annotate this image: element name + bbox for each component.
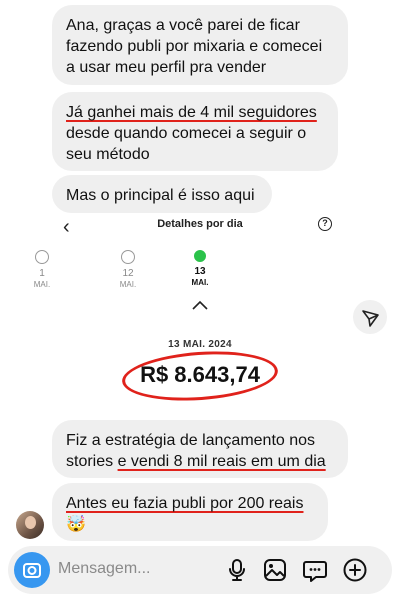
message-bubble[interactable]: Mas o principal é isso aqui [52,175,272,213]
day-item: 12 MAI. [111,250,145,289]
day-dot [121,250,135,264]
day-dot [35,250,49,264]
send-icon [362,310,379,327]
avatar-face [25,516,36,529]
screenshot-title: Detalhes por dia [157,218,243,230]
day-month: MAI. [119,280,137,289]
shared-screenshot[interactable]: ‹ Detalhes por dia ? 1 MAI. 12 MAI. 13 M… [34,212,400,414]
message-text: Mas o principal é isso aqui [66,187,255,204]
day-dot-selected [194,250,206,262]
message-text: Fiz a estratégia de lançamento nos [66,432,316,449]
day-number: 1 [39,268,45,279]
microphone-icon[interactable] [224,557,250,583]
day-month: MAI. [191,278,209,287]
message-text-highlighted: Antes eu fazia publi por 200 reais [66,495,304,512]
camera-button[interactable] [14,552,50,588]
day-month: MAI. [33,280,51,289]
camera-icon [23,563,41,578]
gallery-icon[interactable] [262,557,288,583]
day-item-selected: 13 MAI. [183,250,217,287]
message-bubble[interactable]: Ana, graças a você parei de ficar fazend… [52,5,348,85]
message-input[interactable]: Mensagem... [58,560,150,578]
share-button[interactable] [353,300,387,334]
message-text: fazendo publi por mixaria e comecei [66,38,323,55]
message-composer[interactable]: Mensagem... [8,546,392,594]
message-text: stories e vendi 8 mil reais em um dia [66,451,334,472]
emoji: 🤯 [66,516,86,533]
add-icon[interactable] [342,557,368,583]
chevron-up-icon [192,300,208,310]
message-text: desde quando comecei a seguir o [66,125,307,142]
day-number: 13 [194,266,206,277]
message-text: Ana, graças a você parei de ficar [66,17,300,34]
message-text-highlighted: e vendi 8 mil reais em um dia [117,453,326,470]
help-icon: ? [318,217,332,231]
day-number: 12 [122,268,134,279]
sticker-icon[interactable] [302,557,328,583]
message-text-part: stories [66,453,118,470]
message-text: seu método [66,146,150,163]
message-text-highlighted: Já ganhei mais de 4 mil seguidores [66,104,317,121]
red-highlight-circle [120,346,280,406]
day-item: 1 MAI. [25,250,59,289]
avatar[interactable] [16,511,44,539]
message-text: a usar meu perfil pra vender [66,59,267,76]
message-bubble[interactable]: Fiz a estratégia de lançamento nos stori… [52,420,348,478]
message-bubble[interactable]: Já ganhei mais de 4 mil seguidores desde… [52,92,338,171]
screenshot-date: 13 MAI. 2024 [168,339,232,350]
message-bubble[interactable]: Antes eu fazia publi por 200 reais 🤯 [52,483,328,541]
